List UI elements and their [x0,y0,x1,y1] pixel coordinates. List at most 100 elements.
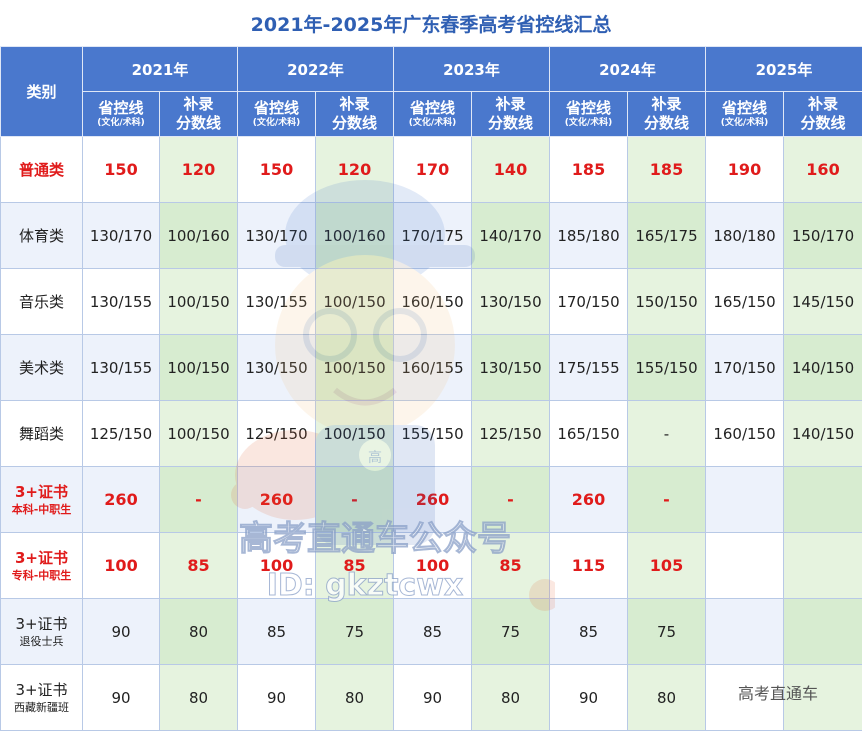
supplement-label-1: 补录 [495,95,526,113]
provincial-score-cell: 175/155 [549,334,628,401]
supplement-score-cell: 130/150 [471,268,550,335]
provincial-score-cell: 170 [393,136,472,203]
supplement-score-cell: 160 [783,136,862,203]
supplement-score-cell: 100/160 [159,202,238,269]
provincial-score-cell [705,466,784,533]
provincial-score-cell: 125/150 [237,400,316,467]
provincial-score-cell: 115 [549,532,628,599]
provincial-score-cell: 130/150 [237,334,316,401]
table-row: 舞蹈类 125/150 100/150 125/150 100/150 155/150 12… [0,400,862,467]
year-header: 2025年 [705,46,862,92]
supplement-score-cell: 140 [471,136,550,203]
year-header: 2023年 [393,46,550,92]
category-label: 音乐类 [18,293,64,311]
page-title: 2021年-2025年广东春季高考省控线汇总 [0,0,862,47]
supplement-score-cell: 75 [471,598,550,665]
provincial-line-header: 省控线 (文化/术科) [393,91,472,137]
score-summary-sheet: 2021年-2025年广东春季高考省控线汇总 类别 2021年 2022年 20… [0,0,862,733]
provincial-score-cell: 160/150 [705,400,784,467]
provincial-line-header: 省控线 (文化/术科) [549,91,628,137]
provincial-score-cell: 165/150 [705,268,784,335]
provincial-score-cell: 160/150 [393,268,472,335]
supplement-line-header: 补录 分数线 [159,91,238,137]
supplement-score-cell: 120 [159,136,238,203]
provincial-score-cell: 260 [549,466,628,533]
category-header: 类别 [0,46,83,137]
supplement-score-cell: 100/160 [315,202,394,269]
supplement-score-cell: - [315,466,394,533]
category-sublabel: 专科-中职生 [11,568,72,582]
provincial-score-cell: 130/155 [82,334,160,401]
table-row: 美术类 130/155 100/150 130/150 100/150 160/155 13… [0,334,862,401]
supplement-score-cell: 80 [471,664,550,731]
category-cell: 舞蹈类 [0,400,83,467]
table-row: 3+证书 专科-中职生 100 85 100 85 100 85 115 105 [0,532,862,599]
provincial-score-cell: 185 [549,136,628,203]
supplement-score-cell: - [627,400,706,467]
table-body: 普通类 150 120 150 120 170 140 185 185 190 160 体育类 130/… [0,136,862,731]
provincial-score-cell: 90 [393,664,472,731]
supplement-score-cell: 150/150 [627,268,706,335]
provincial-label: 省控线 [253,99,299,117]
category-cell: 音乐类 [0,268,83,335]
supplement-score-cell: 100/150 [315,400,394,467]
year-header: 2022年 [237,46,394,92]
provincial-score-cell: 165/150 [549,400,628,467]
score-table: 类别 2021年 2022年 2023年 2024年 2025年 省控线 (文化/… [0,46,862,731]
category-cell: 3+证书 专科-中职生 [0,532,83,599]
supplement-score-cell: 165/175 [627,202,706,269]
provincial-score-cell: 260 [393,466,472,533]
provincial-score-cell: 260 [82,466,160,533]
supplement-score-cell: 185 [627,136,706,203]
provincial-score-cell: 85 [393,598,472,665]
supplement-label-2: 分数线 [331,114,377,132]
provincial-label: 省控线 [98,99,144,117]
year-header: 2021年 [82,46,238,92]
provincial-score-cell: 150 [237,136,316,203]
supplement-label-2: 分数线 [487,114,533,132]
table-header: 类别 2021年 2022年 2023年 2024年 2025年 省控线 (文化/… [0,46,862,137]
provincial-score-cell: 90 [82,664,160,731]
supplement-score-cell [783,598,862,665]
category-label: 体育类 [18,227,64,245]
provincial-score-cell: 170/150 [705,334,784,401]
provincial-score-cell: 130/155 [82,268,160,335]
year-header: 2024年 [549,46,706,92]
provincial-score-cell: 130/170 [82,202,160,269]
provincial-score-cell: 180/180 [705,202,784,269]
provincial-score-cell: 100 [237,532,316,599]
table-row: 3+证书 退役士兵 90 80 85 75 85 75 85 75 [0,598,862,665]
provincial-score-cell: 185/180 [549,202,628,269]
supplement-score-cell: 100/150 [159,268,238,335]
supplement-score-cell: 105 [627,532,706,599]
corner-watermark: 高考直通车 [738,684,819,703]
provincial-score-cell: 90 [549,664,628,731]
supplement-score-cell: - [471,466,550,533]
supplement-score-cell: 120 [315,136,394,203]
supplement-score-cell: 80 [159,598,238,665]
supplement-label-2: 分数线 [175,114,221,132]
supplement-score-cell [783,532,862,599]
category-cell: 体育类 [0,202,83,269]
provincial-score-cell: 130/170 [237,202,316,269]
provincial-score-cell: 130/155 [237,268,316,335]
supplement-label-1: 补录 [183,95,214,113]
supplement-score-cell: 80 [627,664,706,731]
provincial-score-cell: 190 [705,136,784,203]
category-label: 3+证书 [15,680,68,699]
provincial-score-cell: 260 [237,466,316,533]
category-label: 3+证书 [15,614,68,633]
table-row: 3+证书 本科-中职生 260-260-260-260- [0,466,862,533]
provincial-note: (文化/术科) [97,118,145,128]
provincial-note: (文化/术科) [564,118,613,128]
supplement-label-1: 补录 [807,95,838,113]
supplement-score-cell: 75 [627,598,706,665]
supplement-score-cell: 140/150 [783,334,862,401]
category-cell: 美术类 [0,334,83,401]
category-label: 舞蹈类 [18,425,64,443]
supplement-line-header: 补录 分数线 [471,91,550,137]
category-label: 3+证书 [14,482,68,501]
supplement-score-cell [783,466,862,533]
supplement-score-cell: 140/150 [783,400,862,467]
table-row: 音乐类 130/155 100/150 130/155 100/150 160/150 13… [0,268,862,335]
